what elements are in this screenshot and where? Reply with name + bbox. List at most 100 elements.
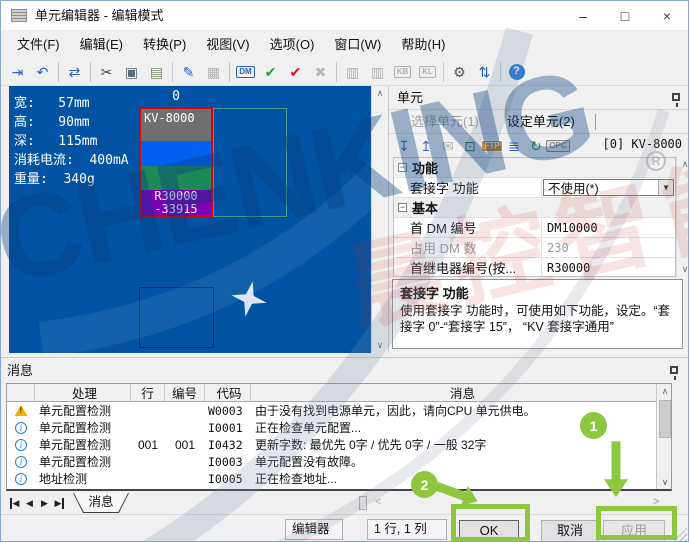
property-label: 占用 DM 数 [410,241,477,256]
slot-number-label: 0 [172,89,180,104]
unit-refresh-icon[interactable]: ↻ [525,136,547,156]
window-title: 单元编辑器 - 编辑模式 [35,8,164,23]
hscroll-thumb[interactable] [359,496,367,510]
tab-setup-unit[interactable]: 设定单元(2) [493,110,589,134]
column-header[interactable]: 消息 [251,384,671,401]
hscroll-right-icon[interactable]: > [653,496,659,508]
message-cell: 单元配置没有故障。 [255,455,364,469]
param-tree-icon[interactable]: ↧ [393,136,415,156]
next-tab-icon[interactable] [37,494,52,512]
toolbar-separator [58,61,59,82]
monitor-unit-icon[interactable]: ⊡ [459,136,481,156]
dm-rly-icon[interactable]: DM [233,60,258,83]
help-icon[interactable]: ? [504,60,529,83]
unit-layout-canvas[interactable]: 宽: 57mm 高: 90mm 深: 115mm 消耗电流: 400mA 重量: 340… [9,86,371,353]
property-description: 套接字 功能 使用套接字 功能时，可使用如下功能，设定。“套接字 0”-“套接字… [392,279,683,349]
menu-item[interactable]: 窗口(W) [324,31,391,58]
scroll-down-icon[interactable]: ∨ [372,338,388,353]
unit-spec-line: 宽: 57mm [14,96,90,111]
column-header[interactable]: 处理 [35,384,131,401]
column-header[interactable]: 编号 [165,384,205,401]
column-header[interactable] [7,384,35,401]
scroll-up-icon[interactable]: ∧ [657,384,671,399]
cancel-button[interactable]: 取消 [541,520,599,541]
column-header[interactable]: 代码 [205,384,251,401]
prev-tab-icon[interactable] [22,494,37,512]
edit-unit-icon[interactable]: ✎ [176,60,201,83]
close-button[interactable]: × [646,1,688,31]
pin-icon[interactable] [672,93,680,107]
tab-select-unit[interactable]: 选择单元(1) [397,110,493,134]
unit-transfer-icon[interactable]: ⇄ [62,60,87,83]
maximize-button[interactable]: □ [604,1,646,31]
apply-button: 应用 [603,520,665,541]
scroll-up-icon[interactable]: ∧ [372,86,388,101]
ok-button[interactable]: OK [459,520,519,541]
message-cell: 地址检测完成 [251,487,671,489]
toolbar-separator [90,61,91,82]
param-compare-icon[interactable]: ↥ [415,136,437,156]
info-icon [15,455,27,468]
menu-item[interactable]: 选项(O) [260,31,325,58]
collapse-icon[interactable] [398,203,407,212]
property-grid-scrollbar[interactable]: ∧ ∨ [676,157,688,277]
property-group-basic[interactable]: 基本 [394,198,675,218]
scroll-down-icon[interactable]: ∨ [657,475,671,489]
menu-item[interactable]: 文件(F) [7,31,70,58]
message-row[interactable]: 单元配置检测 I0001 正在检查单元配置... [7,419,671,436]
caret-position: 1 行, 1 列 [367,519,447,540]
menu-item[interactable]: 视图(V) [196,31,259,58]
network-icon[interactable]: ≣ [503,136,525,156]
message-row[interactable]: 地址检测 I0004地址检测完成 [7,487,671,490]
collapse-icon[interactable] [398,163,407,172]
message-row[interactable]: 地址检测 I0005 正在检查地址... [7,470,671,487]
last-tab-icon[interactable] [52,494,67,512]
scrollbar-thumb[interactable] [659,400,671,438]
scroll-down-icon[interactable]: ∨ [677,262,688,277]
unit-relay-range: R30000 -33915 [141,190,211,216]
undo-icon[interactable]: ↶ [30,60,55,83]
canvas-vertical-scrollbar[interactable]: ∧ ∨ [371,86,387,353]
cpu-unit-block[interactable]: KV-8000 R30000 -33915 [139,107,213,218]
menu-item[interactable]: 编辑(E) [70,31,133,58]
info-icon [15,438,27,451]
selected-device-label: [0] KV-8000 [602,137,682,151]
copy-icon[interactable]: ▣ [119,60,144,83]
ftp-icon[interactable]: FTP [481,136,503,156]
first-tab-icon[interactable] [7,494,22,512]
menu-item[interactable]: 帮助(H) [391,31,455,58]
message-row[interactable]: 单元配置检测 001 001 I0432 更新字数: 最优先 0字 / 优先 0字 / … [7,436,671,453]
paste-icon[interactable]: ▤ [144,60,169,83]
opc-ua-icon[interactable]: OPC [546,136,570,156]
message-cell: 001 [174,437,196,452]
empty-slot-outline[interactable] [213,108,287,217]
group-label: 基本 [412,201,439,216]
minimize-button[interactable]: – [562,1,604,31]
relay-number-value[interactable]: R30000 [541,258,675,276]
property-row-dm[interactable]: 首 DM 编号 DM10000 [394,218,675,238]
scroll-up-icon[interactable]: ∧ [677,157,688,172]
resize-grip[interactable] [672,527,687,541]
menu-item[interactable]: 转换(P) [133,31,196,58]
property-group-function[interactable]: 功能 [394,158,675,178]
column-header[interactable]: 行 [131,384,165,401]
rly-verify-green-icon[interactable]: ✔ [258,60,283,83]
property-row-socket[interactable]: 套接字 功能 不使用(*) [394,178,675,198]
unit-read-icon[interactable]: ⇥ [5,60,30,83]
hscroll-left-icon[interactable]: < [375,496,381,508]
message-row[interactable]: 单元配置检测 W0003 由于没有找到电源单元，因此，请向CPU 单元供电。 [7,402,671,419]
chevron-down-icon[interactable] [658,180,673,195]
property-row-relay[interactable]: 首继电器编号(按... R30000 [394,258,675,276]
unit-spec-list: 宽: 57mm 高: 90mm 深: 115mm 消耗电流: 400mA 重量: 340… [14,94,129,189]
message-row[interactable]: 单元配置检测 I0003 单元配置没有故障。 [7,453,671,470]
socket-function-select[interactable]: 不使用(*) [541,178,675,197]
transfer-save-icon[interactable]: ⇅ [472,60,497,83]
dm-number-value[interactable]: DM10000 [541,218,675,237]
message-sheet-tab[interactable]: 消息 [73,493,129,513]
message-scrollbar[interactable]: ∧ ∨ [656,384,671,489]
wrench-icon[interactable]: ⚙ [447,60,472,83]
empty-slot-outline-2[interactable] [139,287,214,348]
cut-icon[interactable]: ✂ [94,60,119,83]
rly-verify-red-icon[interactable]: ✔ [283,60,308,83]
pin-icon[interactable] [670,366,678,380]
